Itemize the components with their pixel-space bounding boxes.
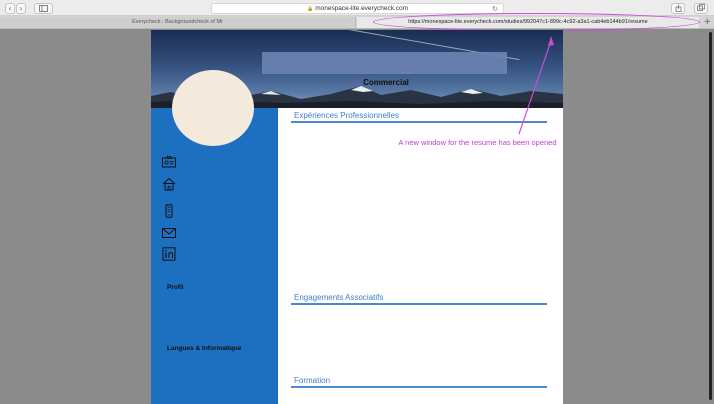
back-button[interactable]: ‹ — [5, 3, 15, 14]
sidebar-toggle-button[interactable] — [34, 3, 53, 14]
resume-main: Expériences Professionnelles Engagements… — [278, 108, 563, 404]
section-title-formation: Formation — [294, 376, 331, 385]
address-text: monespace-lite.everycheck.com — [315, 5, 409, 12]
browser-toolbar: ‹ › 🔒 monespace-lite.everycheck.com ↻ — [0, 0, 714, 16]
tabs-icon — [697, 4, 705, 11]
resume-page: Commercial Profil Langues & Informatique… — [151, 30, 563, 404]
new-tab-button[interactable]: + — [703, 16, 711, 29]
forward-button[interactable]: › — [16, 3, 26, 14]
share-button[interactable] — [671, 3, 685, 14]
phone-icon — [165, 204, 173, 218]
tabs-overview-button[interactable] — [694, 3, 708, 14]
job-title: Commercial — [363, 78, 409, 87]
section-divider — [291, 121, 547, 123]
sidebar-icon — [39, 5, 48, 12]
address-bar[interactable]: 🔒 monespace-lite.everycheck.com ↻ — [211, 3, 504, 14]
mail-icon — [162, 228, 176, 238]
share-icon — [675, 4, 681, 12]
lock-icon: 🔒 — [306, 6, 314, 12]
resume-sidebar: Profil Langues & Informatique — [151, 70, 278, 404]
linkedin-icon — [162, 247, 176, 261]
home-icon — [162, 177, 176, 191]
tab-everycheck[interactable]: Everycheck : Backgroundcheck of Mr — [0, 17, 356, 28]
sidebar-section-langues: Langues & Informatique — [167, 345, 242, 352]
section-title-engagements: Engagements Associatifs — [294, 293, 384, 302]
sidebar-section-profil: Profil — [167, 284, 184, 291]
tab-resume[interactable]: https://monespace-lite.everycheck.com/st… — [357, 17, 699, 28]
candidate-name-placeholder — [262, 52, 507, 74]
tab-bar: Everycheck : Backgroundcheck of Mr https… — [0, 16, 714, 29]
reload-icon[interactable]: ↻ — [492, 4, 498, 14]
section-divider — [291, 386, 547, 388]
id-card-icon — [162, 156, 176, 168]
annotation-text: A new window for the resume has been ope… — [398, 138, 557, 147]
scrollbar-thumb[interactable] — [709, 32, 712, 400]
section-title-experiences: Expériences Professionnelles — [294, 111, 399, 120]
section-divider — [291, 303, 547, 305]
avatar — [172, 70, 254, 146]
